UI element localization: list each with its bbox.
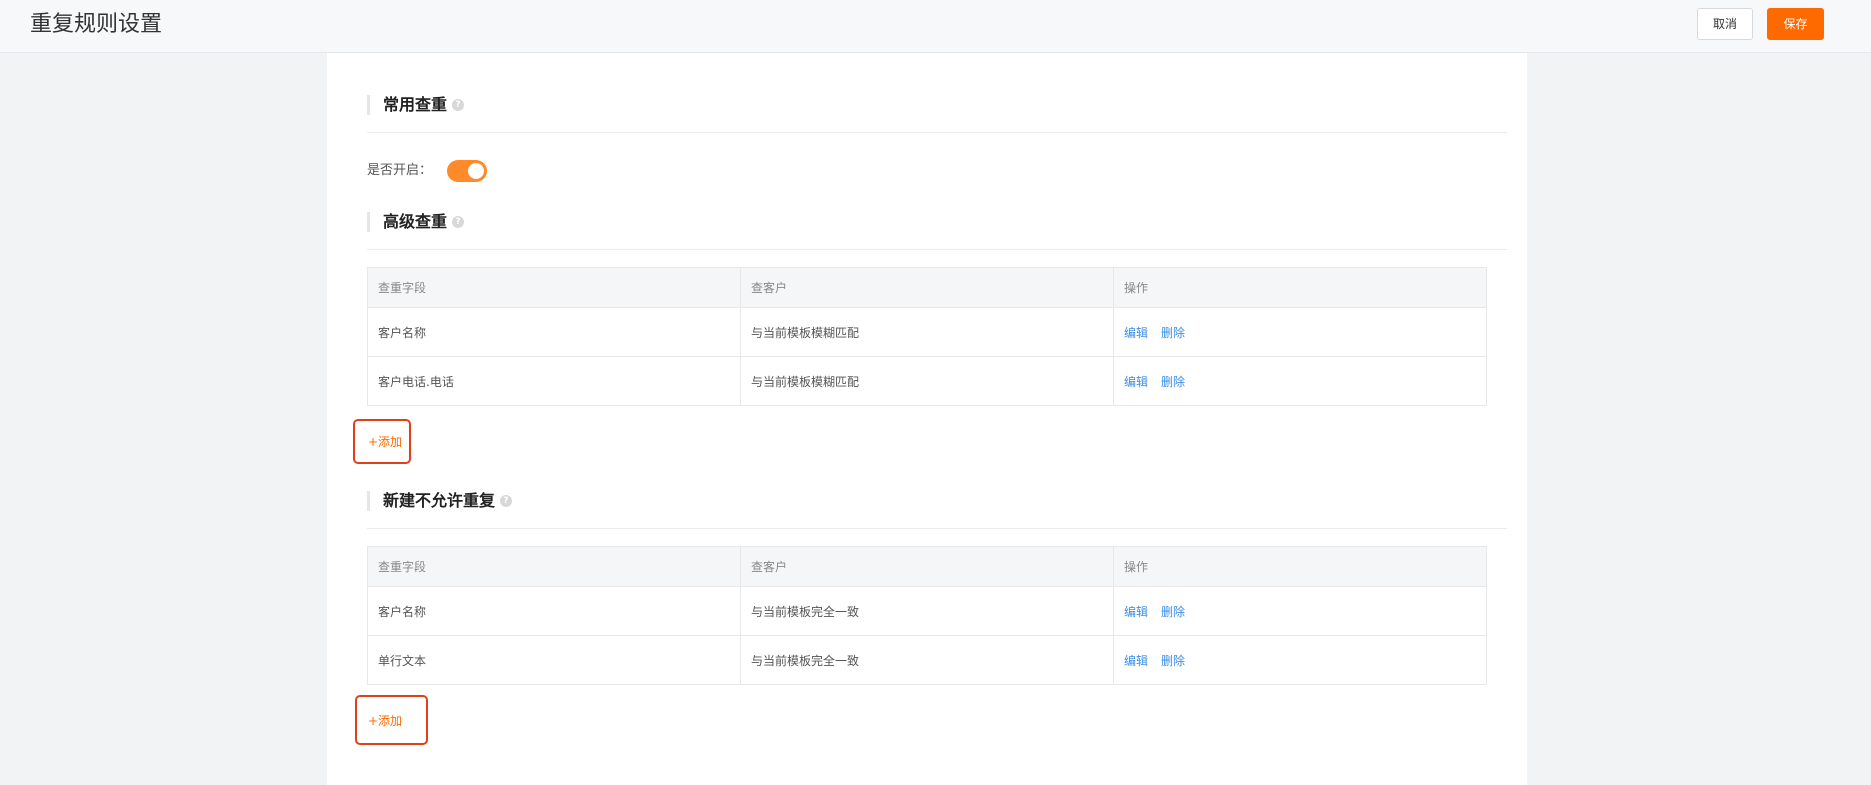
column-header-rule: 查客户: [740, 546, 1114, 587]
section-title-advanced-check: 高级查重?: [367, 212, 465, 232]
advanced-check-table: 查重字段 查客户 操作 客户名称 与当前模板模糊匹配 编辑 删除 客户电话.电话 …: [367, 267, 1487, 406]
help-icon[interactable]: ?: [500, 494, 513, 507]
section-title-label: 新建不允许重复: [383, 491, 496, 510]
column-header-field: 查重字段: [367, 267, 741, 308]
page-title: 重复规则设置: [30, 12, 163, 37]
column-header-actions: 操作: [1113, 546, 1487, 587]
column-header-field: 查重字段: [367, 546, 741, 587]
section-title-no-duplicate: 新建不允许重复?: [367, 491, 513, 511]
no-duplicate-table: 查重字段 查客户 操作 客户名称 与当前模板完全一致 编辑 删除 单行文本 与当前…: [367, 546, 1487, 685]
cell-rule: 与当前模板完全一致: [740, 586, 1114, 636]
save-button[interactable]: 保存: [1767, 8, 1824, 40]
cell-field: 单行文本: [367, 635, 741, 685]
table-row: 客户名称 与当前模板完全一致 编辑 删除: [367, 586, 1487, 636]
cell-rule: 与当前模板模糊匹配: [740, 307, 1114, 357]
cell-field: 客户电话.电话: [367, 356, 741, 406]
column-header-rule: 查客户: [740, 267, 1114, 308]
table-row: 单行文本 与当前模板完全一致 编辑 删除: [367, 635, 1487, 685]
edit-link[interactable]: 编辑: [1124, 654, 1148, 668]
cell-rule: 与当前模板模糊匹配: [740, 356, 1114, 406]
cancel-button[interactable]: 取消: [1697, 8, 1753, 40]
divider: [367, 132, 1507, 133]
section-title-label: 常用查重: [383, 95, 448, 114]
divider: [367, 528, 1507, 529]
cell-actions: 编辑 删除: [1113, 586, 1487, 636]
enable-toggle[interactable]: [447, 160, 487, 182]
section-title-label: 高级查重: [383, 212, 448, 231]
delete-link[interactable]: 删除: [1161, 326, 1185, 340]
delete-link[interactable]: 删除: [1161, 375, 1185, 389]
settings-panel: 常用查重? 是否开启： 高级查重? 查重字段 查客户 操作 客户名称 与当前模板…: [327, 53, 1527, 785]
cell-field: 客户名称: [367, 586, 741, 636]
cell-actions: 编辑 删除: [1113, 356, 1487, 406]
table-header-row: 查重字段 查客户 操作: [367, 267, 1487, 308]
toggle-knob: [468, 163, 484, 179]
edit-link[interactable]: 编辑: [1124, 605, 1148, 619]
add-advanced-rule-button[interactable]: +添加: [368, 434, 402, 450]
table-row: 客户电话.电话 与当前模板模糊匹配 编辑 删除: [367, 356, 1487, 406]
table-header-row: 查重字段 查客户 操作: [367, 546, 1487, 587]
delete-link[interactable]: 删除: [1161, 605, 1185, 619]
top-bar: 重复规则设置 取消 保存: [0, 0, 1871, 53]
add-no-duplicate-rule-button[interactable]: +添加: [368, 713, 402, 729]
toggle-label: 是否开启：: [367, 163, 433, 178]
help-icon[interactable]: ?: [452, 98, 465, 111]
edit-link[interactable]: 编辑: [1124, 375, 1148, 389]
table-row: 客户名称 与当前模板模糊匹配 编辑 删除: [367, 307, 1487, 357]
cell-rule: 与当前模板完全一致: [740, 635, 1114, 685]
cell-actions: 编辑 删除: [1113, 307, 1487, 357]
divider: [367, 249, 1507, 250]
section-title-common-check: 常用查重?: [367, 95, 465, 115]
delete-link[interactable]: 删除: [1161, 654, 1185, 668]
help-icon[interactable]: ?: [452, 215, 465, 228]
cell-field: 客户名称: [367, 307, 741, 357]
edit-link[interactable]: 编辑: [1124, 326, 1148, 340]
column-header-actions: 操作: [1113, 267, 1487, 308]
cell-actions: 编辑 删除: [1113, 635, 1487, 685]
